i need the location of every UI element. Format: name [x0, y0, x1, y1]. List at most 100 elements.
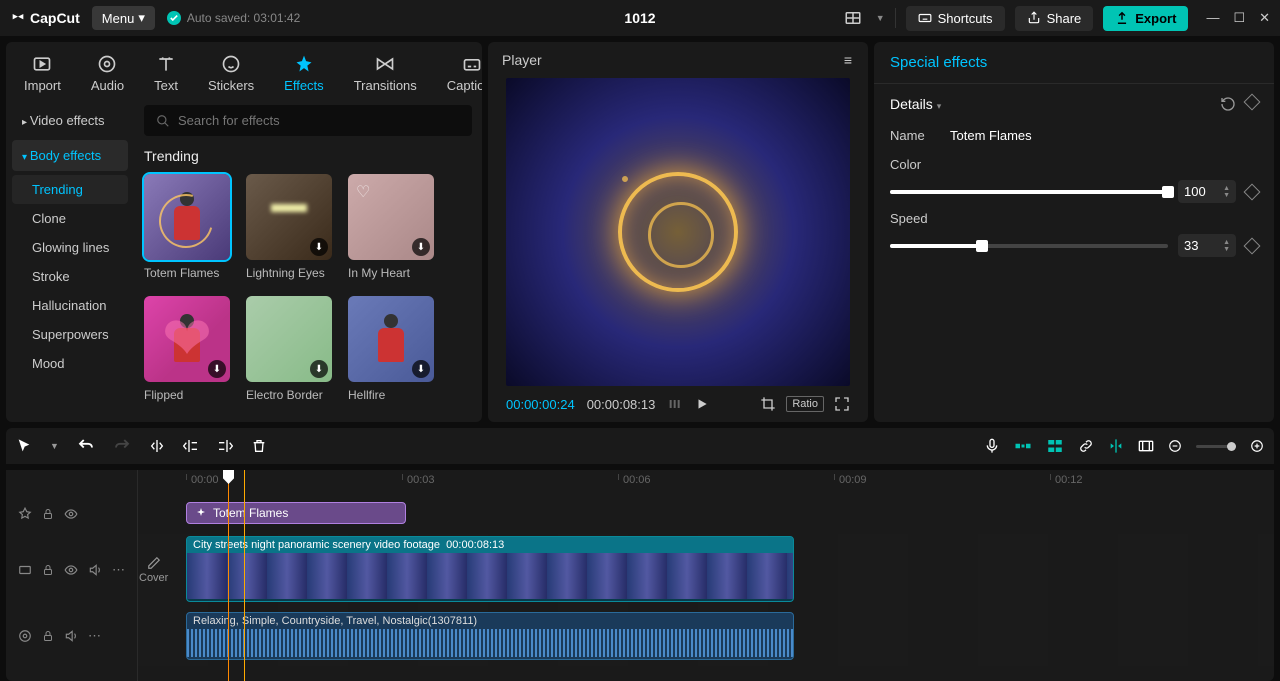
download-icon[interactable]: ⬇ [208, 360, 226, 378]
details-toggle[interactable]: Details ▾ [890, 96, 941, 112]
shortcuts-button[interactable]: Shortcuts [906, 6, 1005, 31]
keyframe-icon[interactable] [1244, 237, 1261, 254]
download-icon[interactable]: ⬇ [412, 238, 430, 256]
lock-icon[interactable] [42, 564, 54, 576]
pointer-tool[interactable] [16, 438, 32, 454]
category-body-effects[interactable]: Body effects [12, 140, 128, 171]
category-video-effects[interactable]: Video effects [12, 105, 128, 136]
color-slider[interactable] [890, 190, 1168, 194]
layout-icon[interactable] [840, 5, 866, 31]
share-button[interactable]: Share [1015, 6, 1094, 31]
lib-tab-audio[interactable]: Audio [79, 50, 136, 97]
lib-tab-captions[interactable]: Captions [435, 50, 482, 97]
download-icon[interactable]: ⬇ [310, 238, 328, 256]
subcat-glowing-lines[interactable]: Glowing lines [12, 233, 128, 262]
undo-button[interactable] [77, 437, 95, 455]
player-panel: Player ≡ 00:00:00:24 00:00:08:13 Ratio [488, 42, 868, 422]
lock-icon[interactable] [42, 508, 54, 520]
search-icon [156, 114, 170, 128]
player-menu-icon[interactable]: ≡ [844, 52, 854, 68]
menu-button[interactable]: Menu ▾ [92, 6, 155, 30]
video-clip[interactable]: City streets night panoramic scenery vid… [186, 536, 794, 602]
zoom-in-icon[interactable] [1250, 439, 1264, 453]
more-icon[interactable]: ⋯ [88, 628, 101, 644]
color-value-input[interactable]: 100 ▲▼ [1178, 180, 1236, 203]
audio-clip[interactable]: Relaxing, Simple, Countryside, Travel, N… [186, 612, 794, 660]
effect-item[interactable]: Totem Flames [144, 174, 230, 280]
audio-track[interactable]: Relaxing, Simple, Countryside, Travel, N… [138, 606, 1274, 666]
shortcuts-label: Shortcuts [938, 11, 993, 26]
stepper-arrows[interactable]: ▲▼ [1223, 185, 1230, 199]
main-track-magnet-icon[interactable] [1014, 439, 1032, 453]
speed-slider[interactable] [890, 244, 1168, 248]
subcat-clone[interactable]: Clone [12, 204, 128, 233]
subcat-hallucination[interactable]: Hallucination [12, 291, 128, 320]
reset-icon[interactable] [1220, 96, 1236, 112]
effect-label: In My Heart [348, 266, 434, 280]
mic-icon[interactable] [984, 438, 1000, 454]
redo-button[interactable] [113, 437, 131, 455]
effect-clip[interactable]: Totem Flames [186, 502, 406, 524]
effect-item[interactable]: ⬇Lightning Eyes [246, 174, 332, 280]
zoom-out-icon[interactable] [1168, 439, 1182, 453]
effect-track[interactable]: Totem Flames [138, 494, 1274, 534]
effect-item[interactable]: ⬇Hellfire [348, 296, 434, 402]
chevron-down-icon: ▾ [138, 10, 145, 26]
project-title[interactable]: 1012 [624, 10, 655, 26]
fullscreen-icon[interactable] [834, 396, 850, 412]
stepper-arrows[interactable]: ▲▼ [1223, 239, 1230, 253]
close-button[interactable]: ✕ [1259, 10, 1270, 26]
effect-item[interactable]: ⬇Electro Border [246, 296, 332, 402]
play-button[interactable] [695, 397, 709, 411]
audio-track-icon[interactable] [18, 629, 32, 643]
linkage-icon[interactable] [1078, 438, 1094, 454]
minimize-button[interactable]: — [1206, 10, 1219, 26]
effect-item[interactable]: ⬇ In My Heart [348, 174, 434, 280]
mute-icon[interactable] [88, 563, 102, 577]
mute-icon[interactable] [64, 629, 78, 643]
subcat-mood[interactable]: Mood [12, 349, 128, 378]
lib-tab-transitions[interactable]: Transitions [342, 50, 429, 97]
split-tool[interactable] [149, 438, 165, 454]
search-field[interactable] [178, 113, 460, 128]
keyframe-icon[interactable] [1244, 183, 1261, 200]
lib-tab-stickers[interactable]: Stickers [196, 50, 266, 97]
playhead[interactable] [228, 470, 229, 681]
lib-tab-text[interactable]: Text [142, 50, 190, 97]
trim-right-tool[interactable] [217, 438, 233, 454]
maximize-button[interactable]: ☐ [1233, 10, 1245, 26]
star-icon[interactable] [18, 507, 32, 521]
ratio-button[interactable]: Ratio [786, 396, 824, 412]
delete-tool[interactable] [251, 438, 267, 454]
eye-icon[interactable] [64, 563, 78, 577]
video-track-icon[interactable] [18, 563, 32, 577]
speed-value-input[interactable]: 33 ▲▼ [1178, 234, 1236, 257]
zoom-slider[interactable] [1196, 445, 1236, 448]
blank-clip-icon[interactable] [1138, 439, 1154, 453]
trim-left-tool[interactable] [183, 438, 199, 454]
subcat-superpowers[interactable]: Superpowers [12, 320, 128, 349]
export-button[interactable]: Export [1103, 6, 1188, 31]
lib-tab-effects[interactable]: Effects [272, 50, 336, 97]
download-icon[interactable]: ⬇ [412, 360, 430, 378]
download-icon[interactable]: ⬇ [310, 360, 328, 378]
section-title: Trending [144, 148, 472, 164]
auto-snap-icon[interactable] [1046, 438, 1064, 454]
preview-axis-icon[interactable] [1108, 438, 1124, 454]
video-preview[interactable] [506, 78, 850, 386]
chevron-down-icon[interactable]: ▼ [876, 13, 885, 23]
more-icon[interactable]: ⋯ [112, 562, 125, 578]
compare-icon[interactable] [667, 396, 683, 412]
keyframe-icon[interactable] [1244, 94, 1261, 111]
eye-icon[interactable] [64, 507, 78, 521]
lib-tab-import[interactable]: Import [12, 50, 73, 97]
crop-icon[interactable] [760, 396, 776, 412]
chevron-down-icon[interactable]: ▼ [50, 441, 59, 451]
subcat-stroke[interactable]: Stroke [12, 262, 128, 291]
search-input[interactable] [144, 105, 472, 136]
subcat-trending[interactable]: Trending [12, 175, 128, 204]
effect-item[interactable]: ⬇Flipped [144, 296, 230, 402]
video-track[interactable]: City streets night panoramic scenery vid… [138, 534, 1274, 606]
lock-icon[interactable] [42, 630, 54, 642]
time-ruler[interactable]: 00:0000:0300:0600:0900:12 [138, 470, 1274, 494]
